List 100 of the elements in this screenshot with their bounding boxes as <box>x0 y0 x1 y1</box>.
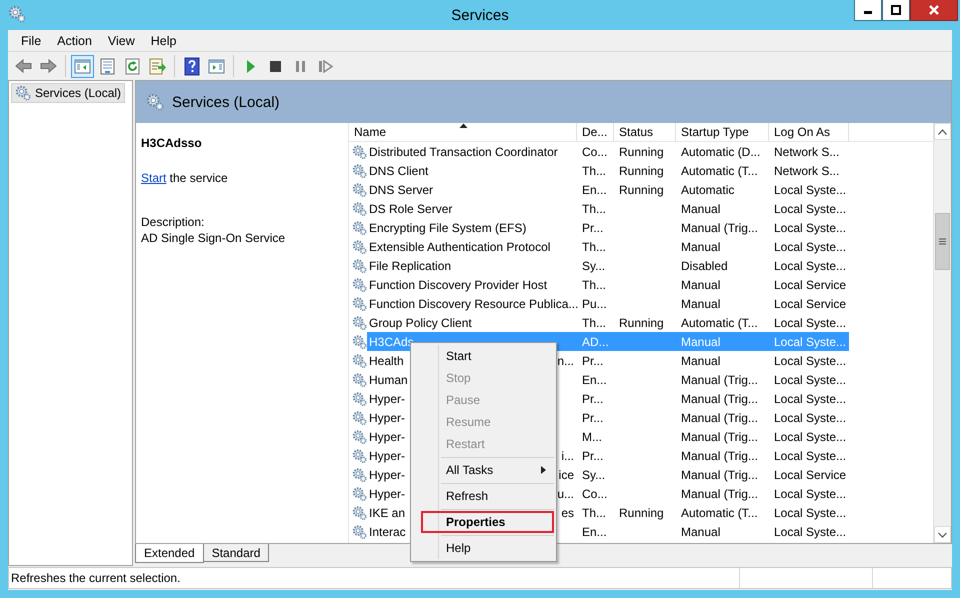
context-menu-item[interactable]: Help <box>413 537 554 559</box>
table-cell[interactable]: Hyper- <box>369 448 406 462</box>
menu-item[interactable]: File <box>13 34 50 48</box>
view-tab[interactable]: Standard <box>202 544 270 562</box>
table-cell: En... <box>582 524 607 538</box>
gear-icon <box>352 220 367 236</box>
table-cell: Local Syste... <box>774 220 846 234</box>
table-cell[interactable]: Function Discovery Provider Host <box>369 278 548 292</box>
table-cell[interactable]: Hyper- <box>369 468 406 482</box>
table-cell: Pr... <box>582 392 604 406</box>
back-arrow-icon <box>14 56 33 76</box>
table-cell: Automatic (T... <box>681 164 758 178</box>
table-cell[interactable]: Interac <box>369 524 406 538</box>
context-menu-item[interactable]: All Tasks <box>413 459 554 481</box>
menu-item[interactable]: Help <box>142 34 184 48</box>
table-cell: Local Syste... <box>774 410 846 424</box>
submenu-arrow-icon <box>541 466 546 474</box>
description-label: Description: <box>141 215 206 229</box>
tree-item[interactable]: Services (Local) <box>11 83 126 103</box>
table-cell-text: u... <box>557 486 575 500</box>
table-cell[interactable]: Hyper- <box>369 430 406 444</box>
table-cell[interactable]: Hyper- <box>369 486 406 500</box>
table-cell[interactable]: Health <box>369 354 404 368</box>
table-cell[interactable]: DNS Server <box>369 182 434 196</box>
panel-title: Services (Local) <box>172 94 280 110</box>
gear-icon <box>352 428 367 444</box>
table-cell: Manual (Trig... <box>681 468 758 482</box>
gear-icon <box>352 238 367 254</box>
table-cell[interactable]: DNS Client <box>369 164 428 178</box>
gear-icon <box>352 466 367 482</box>
table-cell-text: es <box>561 506 575 520</box>
help-icon <box>182 56 201 76</box>
scroll-down-button[interactable] <box>934 526 951 543</box>
scroll-up-button[interactable] <box>934 123 951 140</box>
table-cell[interactable]: Extensible Authentication Protocol <box>369 240 550 254</box>
menu-item[interactable]: View <box>100 34 143 48</box>
table-cell: Local Service <box>774 296 846 310</box>
gear-icon <box>352 504 367 520</box>
table-cell: Local Syste... <box>774 316 846 330</box>
table-cell[interactable]: Encrypting File System (EFS) <box>369 220 526 234</box>
column-header[interactable]: Startup Type <box>676 123 769 141</box>
table-cell: Sy... <box>582 258 606 272</box>
column-header[interactable]: Status <box>614 123 676 141</box>
table-cell: Pr... <box>582 354 604 368</box>
table-cell[interactable]: Hyper- <box>369 410 406 424</box>
gear-icon <box>352 144 367 160</box>
close-button[interactable] <box>910 0 958 21</box>
gear-icon <box>352 182 367 198</box>
table-cell: Manual <box>681 278 720 292</box>
context-menu-item[interactable]: Properties <box>421 511 554 533</box>
table-cell[interactable]: Hyper- <box>369 392 406 406</box>
table-cell[interactable]: Distributed Transaction Coordinator <box>369 144 558 158</box>
table-cell: Running <box>619 316 664 330</box>
menu-item[interactable]: Action <box>49 34 100 48</box>
table-cell: Local Syste... <box>774 258 846 272</box>
table-cell: Local Syste... <box>774 372 846 386</box>
table-cell: Th... <box>582 164 606 178</box>
table-cell: Running <box>619 506 664 520</box>
gear-icon <box>352 410 367 426</box>
table-cell: Running <box>619 182 664 196</box>
table-cell: Sy... <box>582 468 606 482</box>
minimize-button[interactable] <box>854 0 882 21</box>
table-cell[interactable]: Function Discovery Resource Publica... <box>369 296 578 310</box>
table-cell: Manual (Trig... <box>681 448 758 462</box>
service-name: H3CAdsso <box>141 136 203 150</box>
status-text: Refreshes the current selection. <box>10 570 182 587</box>
table-cell-text: i... <box>561 448 575 462</box>
gear-icon <box>352 352 367 368</box>
table-cell: Local Syste... <box>774 524 846 538</box>
gear-icon <box>352 486 367 502</box>
table-cell: Local Syste... <box>774 202 846 216</box>
window-title: Services <box>451 7 509 24</box>
table-cell[interactable]: IKE an <box>369 506 406 520</box>
table-cell: Automatic <box>681 182 734 196</box>
column-header[interactable]: Name <box>349 123 577 141</box>
forward-arrow-icon <box>39 56 58 76</box>
table-cell: Manual (Trig... <box>681 220 758 234</box>
table-cell: Manual (Trig... <box>681 392 758 406</box>
context-menu-item[interactable]: Refresh <box>413 485 554 507</box>
maximize-icon <box>891 5 901 15</box>
gear-icon <box>146 93 164 111</box>
table-cell: Automatic (T... <box>681 506 758 520</box>
table-cell: Automatic (T... <box>681 316 758 330</box>
table-cell: Local Service <box>774 278 846 292</box>
view-tab[interactable]: Extended <box>135 544 204 563</box>
scrollbar-thumb[interactable] <box>935 213 950 270</box>
table-cell: Manual (Trig... <box>681 372 758 386</box>
gear-icon <box>352 162 367 178</box>
table-cell: Local Syste... <box>774 506 846 520</box>
table-cell: Running <box>619 144 664 158</box>
table-cell: Local Syste... <box>774 486 846 500</box>
table-cell: Manual (Trig... <box>681 410 758 424</box>
table-cell[interactable]: Human <box>369 372 408 386</box>
maximize-button[interactable] <box>882 0 910 21</box>
table-cell[interactable]: Group Policy Client <box>369 316 472 330</box>
column-header[interactable]: Log On As <box>769 123 849 141</box>
table-cell[interactable]: DS Role Server <box>369 202 452 216</box>
table-cell[interactable]: File Replication <box>369 258 452 272</box>
column-header[interactable]: De... <box>577 123 614 141</box>
start-link[interactable]: Start <box>141 171 166 185</box>
